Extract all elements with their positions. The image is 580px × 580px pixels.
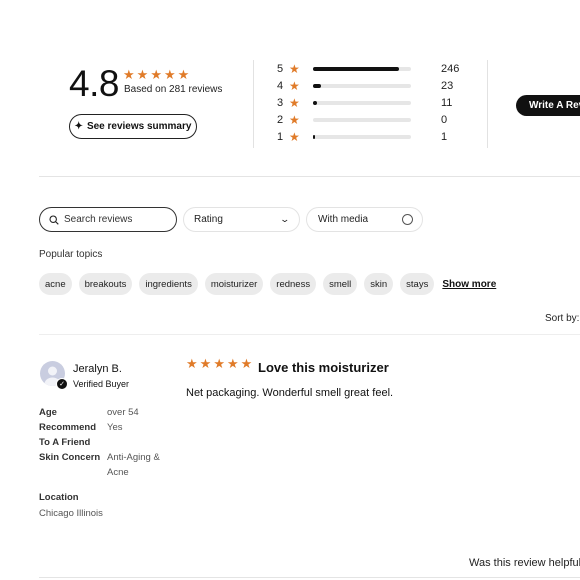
histogram-row[interactable]: 4 ★ 23 (277, 79, 453, 93)
topic-chip[interactable]: stays (400, 273, 435, 295)
topic-chip[interactable]: moisturizer (204, 273, 264, 295)
attribute-value: over 54 (107, 407, 139, 418)
popular-topics-heading: Popular topics (39, 249, 103, 260)
histogram-bar-fill (313, 67, 400, 71)
histogram-bar-fill (313, 101, 317, 105)
sort-by-label[interactable]: Sort by: (545, 313, 579, 324)
see-reviews-summary-button[interactable]: ✦ See reviews summary (69, 114, 197, 139)
histogram-count: 11 (441, 97, 453, 109)
divider (39, 577, 580, 578)
histogram-star-level: 1 (277, 131, 284, 143)
attribute-value: Anti-Aging & Acne (107, 452, 160, 478)
histogram-count: 23 (441, 80, 454, 92)
with-media-toggle[interactable]: With media (306, 207, 423, 232)
topic-chip[interactable]: acne (39, 273, 72, 295)
topic-chip[interactable]: skin (364, 273, 394, 295)
divider (39, 176, 580, 177)
star-icon: ★ (213, 356, 225, 371)
review-stars: ★ ★ ★ ★ ★ (186, 357, 252, 370)
histogram-row[interactable]: 3 ★ 11 (277, 96, 452, 110)
show-more-link[interactable]: Show more (442, 279, 496, 290)
average-stars: ★ ★ ★ ★ ★ (123, 68, 189, 81)
topic-chip[interactable]: redness (270, 273, 317, 295)
histogram-bar-track (313, 67, 411, 71)
topic-chips: acne breakouts ingredients moisturizer r… (39, 273, 496, 295)
summary-button-label: See reviews summary (86, 121, 192, 132)
topic-chip[interactable]: breakouts (78, 273, 133, 295)
helpful-prompt: Was this review helpful? (469, 557, 580, 569)
chevron-down-icon: ⌄ (279, 214, 291, 224)
attribute-label: Skin Concern (39, 452, 101, 463)
histogram-row[interactable]: 2 ★ 0 (277, 113, 447, 127)
histogram-bar-fill (313, 84, 321, 88)
location-value: Chicago Illinois (39, 508, 103, 519)
search-icon (49, 214, 59, 225)
average-rating: 4.8 (69, 63, 119, 104)
histogram-star-level: 2 (277, 114, 284, 126)
with-media-radio[interactable] (402, 214, 413, 225)
sparkle-icon: ✦ (74, 121, 83, 132)
histogram-bar-track (313, 101, 411, 105)
write-review-button[interactable]: Write A Review (516, 95, 580, 116)
location-label: Location (39, 492, 79, 503)
histogram-bar-track (313, 84, 411, 88)
verified-buyer-label: Verified Buyer (73, 379, 130, 389)
review-count: Based on 281 reviews (124, 84, 223, 95)
divider (253, 60, 254, 148)
star-icon: ★ (289, 130, 300, 144)
star-icon: ★ (240, 356, 253, 371)
histogram-star-level: 4 (277, 80, 284, 92)
review-body: Net packaging. Wonderful smell great fee… (186, 387, 394, 399)
histogram-bar-track (313, 135, 411, 139)
histogram-bar-track (313, 118, 411, 122)
star-icon: ★ (289, 79, 300, 93)
rating-dropdown-label: Rating (194, 214, 223, 225)
star-icon: ★ (163, 67, 176, 82)
star-icon: ★ (289, 62, 300, 76)
star-icon: ★ (186, 356, 198, 371)
topic-chip[interactable]: smell (323, 273, 358, 295)
histogram-count: 1 (441, 131, 448, 143)
attribute-label: Age (39, 407, 57, 418)
topic-chip[interactable]: ingredients (139, 273, 198, 295)
with-media-label: With media (318, 214, 369, 225)
star-icon: ★ (289, 96, 300, 110)
attribute-value: Yes (107, 422, 123, 433)
review-title: Love this moisturizer (258, 360, 389, 375)
histogram-star-level: 3 (277, 97, 284, 109)
histogram-row[interactable]: 5 ★ 246 (277, 62, 459, 76)
histogram-star-level: 5 (277, 63, 284, 75)
attribute-label: Recommend (39, 422, 97, 433)
search-box[interactable] (39, 207, 177, 232)
star-icon: ★ (150, 67, 162, 82)
star-icon: ★ (136, 67, 149, 82)
star-icon: ★ (199, 356, 212, 371)
rating-dropdown[interactable]: Rating ⌄ (183, 207, 300, 232)
histogram-count: 246 (441, 63, 460, 75)
star-icon: ★ (289, 113, 300, 127)
histogram-count: 0 (441, 114, 448, 126)
star-icon: ★ (177, 67, 190, 82)
divider (487, 60, 488, 148)
divider (39, 334, 580, 335)
star-icon: ★ (226, 356, 239, 371)
histogram-row[interactable]: 1 ★ 1 (277, 130, 447, 144)
verified-check-icon: ✓ (56, 378, 68, 390)
histogram-bar-fill (313, 135, 315, 139)
star-icon: ★ (123, 67, 135, 82)
reviewer-name: Jeralyn B. (73, 363, 122, 375)
attribute-label: To A Friend (39, 437, 91, 448)
search-input[interactable] (64, 214, 164, 225)
